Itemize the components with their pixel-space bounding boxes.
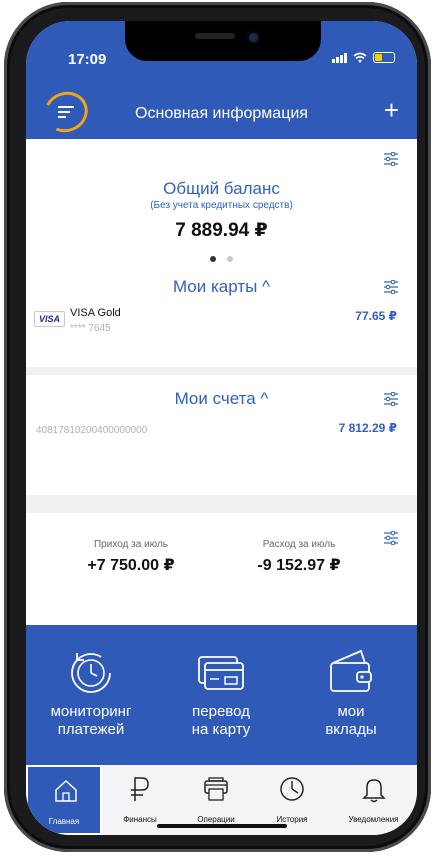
clock-refresh-icon <box>71 653 111 693</box>
income-value: +7 750.00 ₽ <box>87 557 175 574</box>
section-divider <box>26 367 417 375</box>
quick-label-line2: платежей <box>57 721 125 738</box>
card-name: VISA Gold <box>70 307 121 319</box>
card-number: **** 7645 <box>70 323 111 334</box>
system-icons <box>332 52 395 63</box>
wallet-icon <box>330 649 372 692</box>
app-screen: 17:09 Основная информация + Общий баланс… <box>26 21 417 835</box>
ruble-icon <box>131 777 149 801</box>
quick-label-line2: на карту <box>191 721 251 738</box>
tab-home[interactable]: Главная <box>26 765 102 835</box>
card-amount: 77.65 ₽ <box>355 309 397 323</box>
expense-label: Расход за июль <box>262 539 336 550</box>
quick-label-line2: вклады <box>325 721 377 738</box>
home-icon <box>55 779 77 802</box>
cards-section-title[interactable]: Мои карты ^ <box>26 277 417 297</box>
printer-icon <box>204 777 228 801</box>
notch <box>125 21 321 61</box>
tab-label: Операции <box>197 815 235 824</box>
quick-label-line1: мои <box>337 703 365 720</box>
tab-label: История <box>276 815 308 824</box>
camera <box>249 33 258 42</box>
signal-icon <box>332 52 347 63</box>
quick-label-line1: мониторинг <box>50 703 132 720</box>
speaker <box>195 33 235 39</box>
accounts-filter-icon[interactable] <box>383 392 399 406</box>
income-label: Приход за июль <box>93 539 168 550</box>
add-button[interactable]: + <box>384 97 399 123</box>
account-amount: 7 812.29 ₽ <box>338 421 397 435</box>
cards-filter-icon[interactable] <box>383 280 399 294</box>
summary-filter-icon[interactable] <box>383 531 399 545</box>
pager-dots[interactable] <box>26 249 417 267</box>
home-indicator <box>157 824 287 828</box>
section-divider <box>26 495 417 513</box>
tab-label: Главная <box>48 817 80 826</box>
page-title: Основная информация <box>135 105 308 122</box>
tab-notifications[interactable]: Уведомления <box>330 765 417 835</box>
app-header: Основная информация + <box>26 85 417 139</box>
pager-dot <box>226 256 233 262</box>
bell-icon <box>362 779 386 803</box>
account-number: 40817810200400000000 <box>36 425 148 436</box>
balance-title: Общий баланс <box>163 179 280 198</box>
main-content: Общий баланс (Без учета кредитных средст… <box>26 139 417 625</box>
tab-label: Уведомления <box>348 815 399 824</box>
balance-subtitle: (Без учета кредитных средств) <box>150 200 293 211</box>
tab-label: Финансы <box>123 815 157 824</box>
battery-icon <box>373 52 395 63</box>
card-transfer-icon <box>198 656 244 690</box>
status-time: 17:09 <box>68 51 107 68</box>
wifi-icon <box>353 52 367 63</box>
visa-logo-icon: VISA <box>34 311 65 327</box>
quick-actions-panel: мониторинг платежей перевод на карту мои… <box>26 625 417 765</box>
quick-label-line1: перевод <box>192 703 250 720</box>
status-bar: 17:09 <box>26 21 417 89</box>
expense-value: -9 152.97 ₽ <box>257 557 341 574</box>
filter-icon[interactable] <box>383 152 399 166</box>
pager-dot-active <box>210 256 217 262</box>
history-clock-icon <box>280 777 304 801</box>
phone-frame: 17:09 Основная информация + Общий баланс… <box>4 2 431 852</box>
accounts-section-title[interactable]: Мои счета ^ <box>26 389 417 409</box>
balance-amount: 7 889.94 ₽ <box>175 220 268 241</box>
